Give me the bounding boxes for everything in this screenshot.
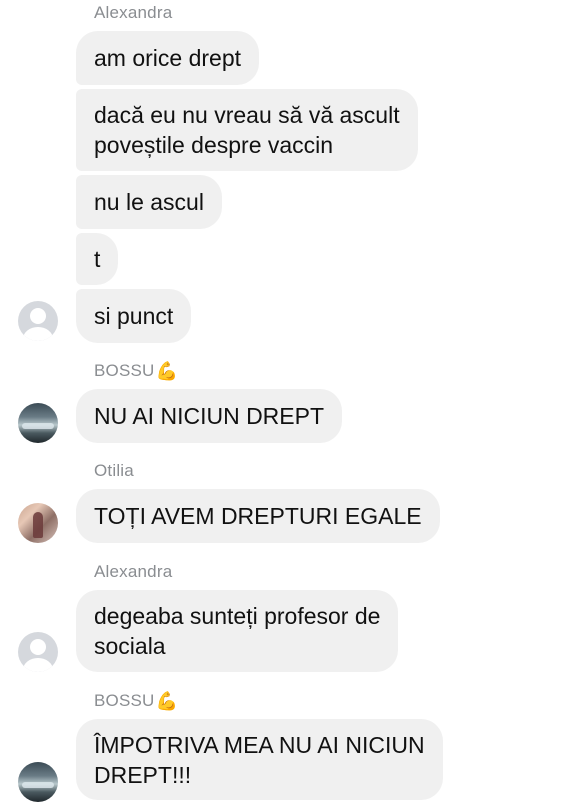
message-text: si punct (94, 303, 174, 329)
message-bubble[interactable]: nu le ascul (76, 175, 222, 229)
message-text: DREPT!!! (94, 761, 192, 788)
message-bubble[interactable]: si punct (76, 289, 192, 343)
sender-name-alexandra: Alexandra (94, 3, 173, 22)
person-placeholder-icon[interactable] (18, 632, 58, 672)
person-placeholder-icon[interactable] (18, 301, 58, 341)
flexed-biceps-emoji: 💪 (155, 361, 179, 381)
message-text: dacă eu nu vreau să vă ascult (94, 102, 400, 128)
avatar-otilia[interactable] (18, 503, 58, 543)
message-bubble[interactable]: ÎMPOTRIVA MEA NU AI NICIUN DREPT!!! (76, 719, 443, 800)
message-bubble[interactable]: t (76, 233, 119, 285)
message-bubble[interactable]: dacă eu nu vreau să vă ascult poveștile … (76, 89, 418, 171)
message-text: degeaba sunteți profesor de (94, 603, 381, 629)
message-bubble[interactable]: TOȚI AVEM DREPTURI EGALE (76, 489, 440, 543)
message-bubble[interactable]: NU AI NICIUN DREPT (76, 389, 343, 443)
message-text: ÎMPOTRIVA MEA NU AI NICIUN (94, 731, 425, 758)
message-text: nu le ascul (94, 189, 204, 215)
sender-name-alexandra: Alexandra (94, 562, 173, 581)
message-text: NU AI NICIUN DREPT (94, 403, 325, 429)
message-text: sociala (94, 633, 166, 659)
message-text: TOȚI AVEM DREPTURI EGALE (94, 503, 422, 529)
message-text: t (94, 246, 101, 272)
sender-name-otilia: Otilia (94, 461, 134, 480)
message-bubble[interactable]: am orice drept (76, 31, 260, 85)
message-bubble[interactable]: degeaba sunteți profesor de sociala (76, 590, 399, 672)
message-text: am orice drept (94, 45, 242, 71)
sender-name-bossu: BOSSU 💪 (94, 361, 179, 381)
sender-name-bossu: BOSSU 💪 (94, 691, 179, 711)
flexed-biceps-emoji: 💪 (155, 691, 179, 711)
avatar-bossu[interactable] (18, 762, 58, 802)
avatar-bossu[interactable] (18, 403, 58, 443)
message-text: poveștile despre vaccin (94, 132, 334, 158)
